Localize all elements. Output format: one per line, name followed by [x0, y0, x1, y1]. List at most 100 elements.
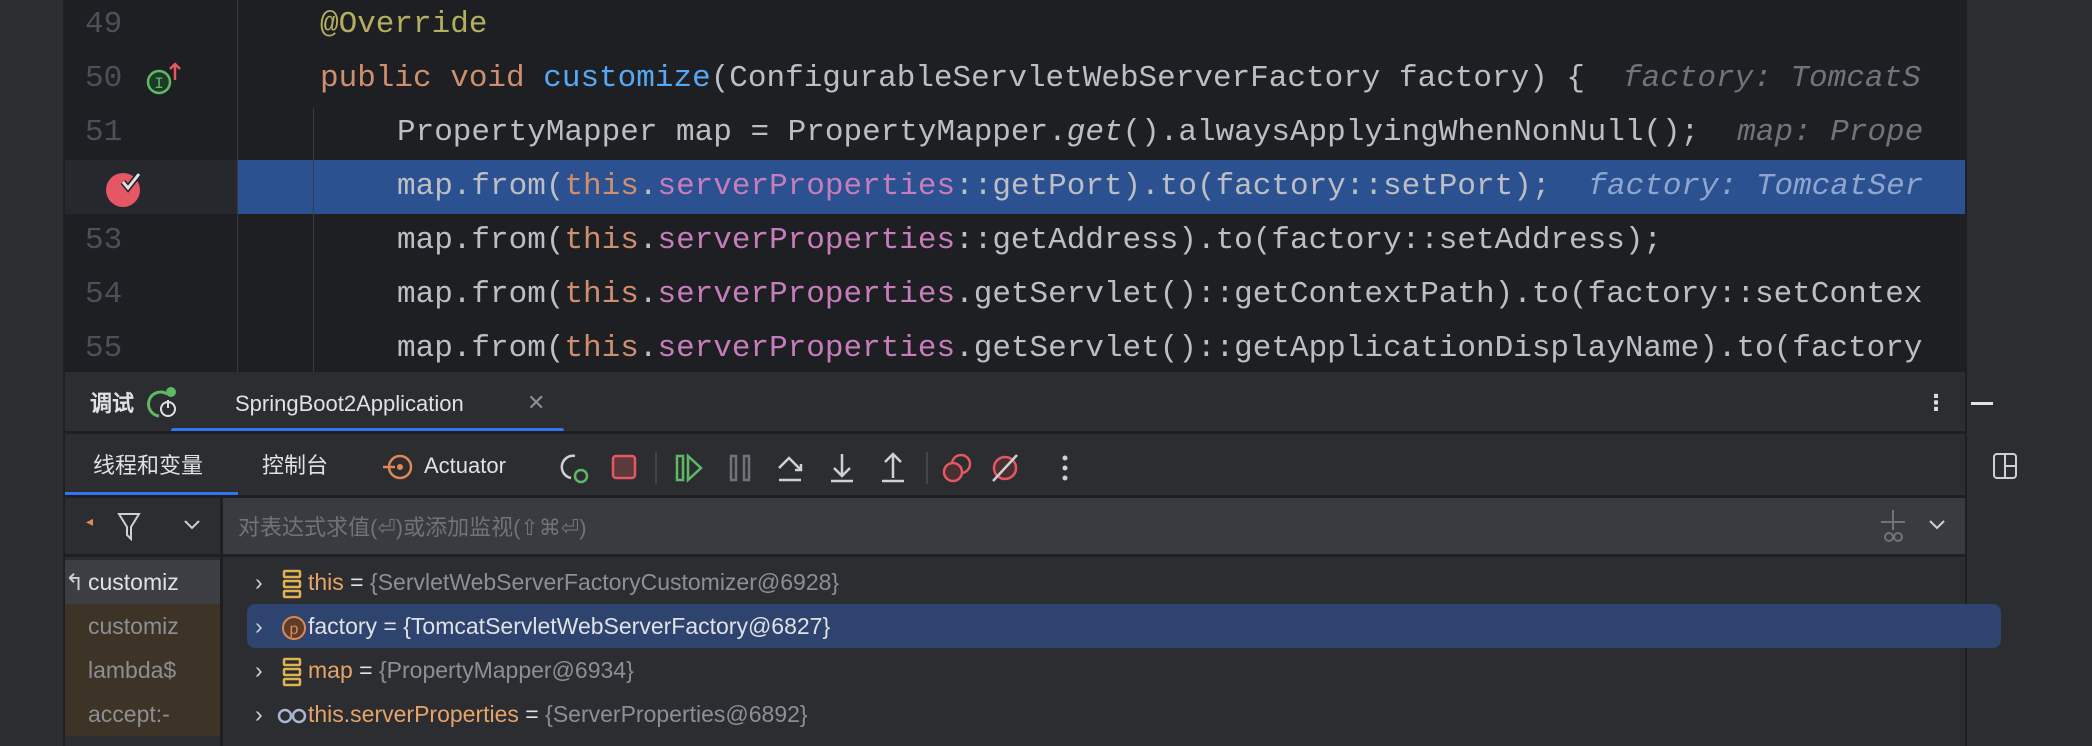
code-line[interactable]: 55 map.from(this.serverProperties.getServ…	[65, 322, 1965, 372]
code-token: serverProperties	[657, 277, 956, 312]
code-token: .	[638, 169, 658, 204]
line-number: 53	[85, 223, 123, 258]
variable-value: {ServerProperties@6892}	[545, 701, 808, 727]
expand-chevron-icon[interactable]	[1928, 518, 1946, 532]
variable-row[interactable]: › map = {PropertyMapper@6934}	[247, 648, 2001, 692]
implements-override-icon[interactable]: I	[145, 62, 185, 96]
debug-toolbar	[560, 452, 1068, 484]
equals-sign: =	[377, 613, 404, 639]
session-tab-label: SpringBoot2Application	[235, 391, 464, 416]
tab-console[interactable]: 控制台	[262, 451, 328, 481]
code-token: .getServlet()::getContextPath).to(factor…	[955, 277, 1923, 312]
code-token: @Override	[320, 7, 488, 42]
expand-chevron-icon[interactable]: ›	[255, 560, 263, 604]
filter-icon[interactable]	[117, 511, 141, 541]
pause-icon[interactable]	[729, 454, 751, 482]
breakpoint-icon[interactable]	[105, 168, 145, 208]
code-line[interactable]: map.from(this.serverProperties::getPort)…	[65, 160, 1965, 214]
code-token: map.from(	[397, 223, 565, 258]
svg-text:p: p	[290, 621, 299, 638]
expand-chevron-icon[interactable]: ›	[255, 692, 263, 736]
code-token: .	[638, 277, 658, 312]
line-number: 55	[85, 331, 123, 366]
variable-name: this	[308, 569, 344, 595]
code-text: public void customize(ConfigurableServle…	[320, 52, 1921, 106]
tab-actuator[interactable]: Actuator	[424, 451, 506, 481]
mute-breakpoints-icon[interactable]	[992, 454, 1018, 482]
rerun-icon[interactable]	[560, 454, 589, 484]
code-line[interactable]: 54 map.from(this.serverProperties.getServ…	[65, 268, 1965, 322]
variable-value: {ServletWebServerFactoryCustomizer@6928}	[370, 569, 840, 595]
field-icon	[282, 569, 302, 599]
code-text: map.from(this.serverProperties.getServle…	[397, 268, 1922, 322]
field-icon	[282, 657, 302, 687]
code-token: customize	[543, 61, 711, 96]
debug-panel: 调试 SpringBoot2Application ✕ ⋮ 线程和变量 控制台 …	[65, 372, 2017, 746]
code-text: PropertyMapper map = PropertyMapper.get(…	[397, 106, 1923, 160]
line-number: 50	[85, 61, 123, 96]
more-options-icon[interactable]: ⋮	[1925, 388, 1947, 418]
chevron-down-icon[interactable]	[183, 518, 201, 532]
code-token: map.from(	[397, 169, 565, 204]
code-text: map.from(this.serverProperties::getAddre…	[397, 214, 1662, 268]
code-token: serverProperties	[657, 331, 956, 366]
code-token: public void	[320, 61, 544, 96]
line-number: 54	[85, 277, 123, 312]
code-line[interactable]: 53 map.from(this.serverProperties::getAdd…	[65, 214, 1965, 268]
code-line[interactable]: 50 Ipublic void customize(ConfigurableSer…	[65, 52, 1965, 106]
left-tool-strip	[0, 0, 65, 746]
minimize-icon[interactable]	[1971, 402, 1993, 405]
code-token: ::getAddress).to(factory::setAddress);	[955, 223, 1663, 258]
code-token: serverProperties	[657, 223, 956, 258]
step-out-icon[interactable]	[882, 452, 904, 483]
parameter-icon: p	[282, 615, 306, 640]
view-breakpoints-icon[interactable]	[942, 453, 972, 483]
code-token: ::getPort).to(factory::setPort);	[955, 169, 1551, 204]
code-token: (ConfigurableServletWebServerFactory fac…	[710, 61, 1586, 96]
frame-marker-icon: ◂	[86, 513, 94, 529]
expand-chevron-icon[interactable]: ›	[255, 604, 263, 648]
code-line[interactable]: 51 PropertyMapper map = PropertyMapper.ge…	[65, 106, 1965, 160]
indent-guide	[313, 108, 314, 372]
variable-row[interactable]: › this = {ServletWebServerFactoryCustomiz…	[247, 560, 2001, 604]
inline-debug-value: factory: TomcatSer	[1588, 169, 1924, 204]
line-number: 51	[85, 115, 123, 150]
variable-row[interactable]: › p factory = {TomcatServletWebServerFacto…	[247, 604, 2001, 648]
inline-debug-value: factory: TomcatS	[1623, 61, 1921, 96]
equals-sign: =	[518, 701, 546, 727]
code-token: this	[564, 223, 639, 258]
variable-name: factory	[308, 613, 378, 639]
add-watch-icon[interactable]	[1878, 508, 1908, 544]
variables-tree: › this = {ServletWebServerFactoryCustomiz…	[65, 557, 2001, 746]
step-over-icon[interactable]	[778, 456, 803, 482]
actuator-icon	[383, 454, 413, 480]
code-line[interactable]: 49 @Override	[65, 0, 1965, 52]
equals-sign: =	[352, 657, 379, 683]
stop-icon[interactable]	[611, 454, 637, 480]
expression-input[interactable]: 对表达式求值(⏎)或添加监视(⇧⌘⏎)	[222, 498, 1965, 554]
code-editor[interactable]: 49 @Override 50 Ipublic void customize(Conf…	[65, 0, 1965, 372]
line-background	[237, 0, 1965, 52]
gutter-cell[interactable]	[65, 160, 237, 214]
code-token: .getServlet()::getApplicationDisplayName…	[955, 331, 1923, 366]
more-icon[interactable]	[1062, 455, 1068, 481]
code-token: get	[1066, 115, 1123, 150]
layout-icon[interactable]	[1992, 452, 2018, 480]
variable-name: map	[308, 657, 353, 683]
step-into-icon[interactable]	[831, 454, 853, 483]
variable-row[interactable]: › this.serverProperties = {ServerProperti…	[247, 692, 2001, 736]
code-token: serverProperties	[657, 169, 956, 204]
resume-icon[interactable]	[675, 453, 703, 483]
code-token: ().alwaysApplyingWhenNonNull();	[1122, 115, 1700, 150]
code-token: .	[638, 223, 658, 258]
code-text: map.from(this.serverProperties.getServle…	[397, 322, 1922, 372]
code-token: PropertyMapper map = PropertyMapper.	[397, 115, 1067, 150]
expand-chevron-icon[interactable]: ›	[255, 648, 263, 692]
code-text: @Override	[320, 0, 487, 52]
variable-name: this.serverProperties	[308, 701, 519, 727]
watch-icon	[277, 708, 307, 724]
close-tab-icon[interactable]: ✕	[527, 388, 545, 418]
inline-debug-value: map: Prope	[1737, 115, 1924, 150]
filter-row: ◂ 对表达式求值(⏎)或添加监视(⇧⌘⏎)	[65, 498, 1965, 554]
tab-threads-variables[interactable]: 线程和变量	[93, 451, 203, 481]
